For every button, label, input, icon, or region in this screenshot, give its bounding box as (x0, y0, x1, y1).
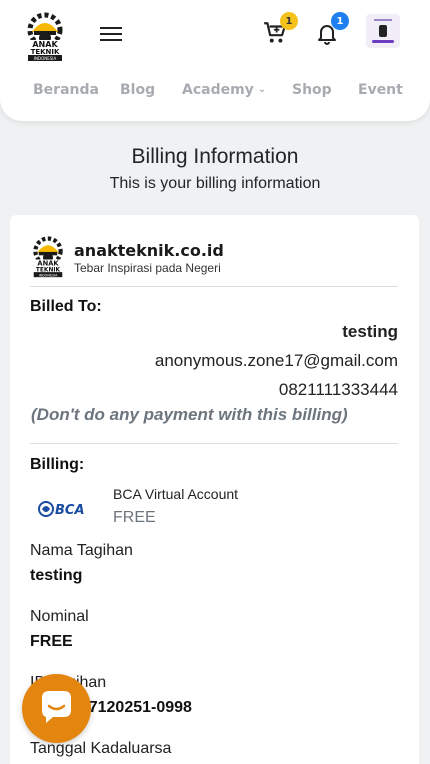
bca-logo: BCA (38, 501, 85, 518)
payment-method-name: BCA Virtual Account (113, 486, 239, 502)
nav-item-event[interactable]: Event (358, 82, 403, 98)
billed-to-phone: 0821111333444 (278, 380, 398, 399)
top-header: ANAK TEKNIK INDONESIA 1 1 Beranda Blog A… (0, 0, 430, 121)
nama-tagihan-label: Nama Tagihan (30, 542, 133, 559)
chevron-down-icon: ⌄ (257, 84, 267, 95)
cart-count-badge: 1 (280, 12, 298, 30)
avatar-decoration (379, 25, 387, 37)
logo-text-indonesia: INDONESIA (34, 56, 57, 61)
anakteknik-logo[interactable]: ANAK TEKNIK INDONESIA (25, 12, 65, 62)
notification-count-badge: 1 (331, 12, 349, 30)
page-title: Billing Information (131, 145, 299, 168)
main-nav: Beranda Blog Academy ⌄ Shop Event (0, 82, 430, 104)
brand-logo: ANAK TEKNIK INDONESIA (32, 236, 64, 277)
hamburger-line (100, 39, 122, 41)
hamburger-line (100, 27, 122, 29)
brand-tagline: Tebar Inspirasi pada Negeri (74, 261, 221, 275)
bca-logo-text: BCA (55, 503, 85, 518)
logo-text-teknik: TEKNIK (31, 48, 60, 56)
page-subtitle: This is your billing information (109, 175, 321, 192)
chat-bubble-icon (42, 691, 71, 723)
billing-label: Billing: (30, 456, 85, 473)
hamburger-line (100, 33, 122, 35)
menu-toggle-button[interactable] (100, 24, 122, 44)
billed-to-label: Billed To: (30, 298, 102, 315)
logo-text-anak: ANAK (37, 259, 59, 267)
billed-to-email: anonymous.zone17@gmail.com (154, 351, 398, 370)
nav-item-shop[interactable]: Shop (292, 82, 332, 98)
nav-item-beranda[interactable]: Beranda (33, 82, 99, 98)
logo-text-indonesia: INDONESIA (39, 273, 58, 277)
payment-method-fee: FREE (113, 509, 156, 526)
nominal-value: FREE (30, 633, 73, 650)
payment-warning: (Don't do any payment with this billing) (31, 405, 348, 424)
cart-button[interactable]: 1 (262, 12, 298, 46)
chat-widget-button[interactable] (22, 674, 91, 743)
avatar-decoration (372, 40, 394, 43)
nama-tagihan-value: testing (30, 567, 83, 584)
nav-item-academy[interactable]: Academy ⌄ (182, 82, 266, 98)
notification-button[interactable]: 1 (315, 12, 349, 46)
nominal-label: Nominal (30, 608, 89, 625)
brand-name: anakteknik.co.id (74, 241, 224, 260)
nav-item-academy-label: Academy (182, 82, 254, 98)
nav-item-blog[interactable]: Blog (120, 82, 155, 98)
billed-to-name: testing (342, 322, 398, 341)
divider (30, 443, 398, 444)
user-avatar[interactable] (366, 14, 400, 48)
avatar-decoration (374, 19, 392, 21)
divider (30, 286, 398, 287)
